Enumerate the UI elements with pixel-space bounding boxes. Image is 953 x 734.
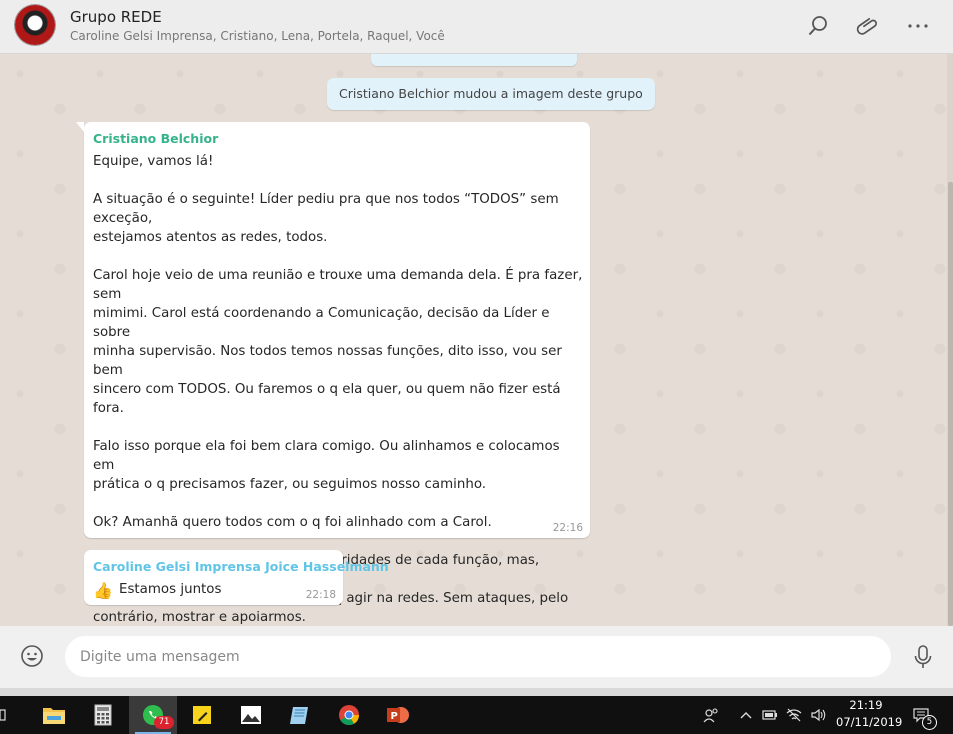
message-input[interactable] <box>65 636 891 677</box>
notification-count-badge: 5 <box>922 715 937 730</box>
message-text: Estamos juntos <box>119 582 222 597</box>
taskbar: 71 P 21:19 07/11/2019 5 <box>0 696 953 734</box>
paperclip-icon[interactable] <box>856 14 880 38</box>
thumbs-up-icon: 👍 <box>93 581 113 600</box>
volume-icon[interactable] <box>810 707 826 723</box>
sticky-notes-icon[interactable] <box>178 696 226 734</box>
chat-area[interactable]: Cristiano Belchior mudou a imagem deste … <box>0 54 953 626</box>
message-bubble[interactable]: Cristiano Belchior Equipe, vamos lá! A s… <box>76 122 590 625</box>
photos-icon[interactable] <box>227 696 275 734</box>
previous-system-message <box>371 54 577 66</box>
emoji-icon[interactable] <box>20 644 44 668</box>
message-time: 22:16 <box>552 522 583 534</box>
powerpoint-icon[interactable]: P <box>374 696 422 734</box>
people-icon[interactable] <box>703 707 719 723</box>
whatsapp-unread-badge: 71 <box>154 716 174 729</box>
chat-scrollbar-thumb[interactable] <box>948 182 953 626</box>
battery-icon[interactable] <box>762 707 778 723</box>
search-icon[interactable] <box>806 14 830 38</box>
chat-header: Grupo REDE Caroline Gelsi Imprensa, Cris… <box>0 0 953 54</box>
clock-time[interactable]: 21:19 <box>836 698 896 712</box>
composer <box>0 626 953 688</box>
window-bottom-edge <box>0 688 953 696</box>
message-bubble[interactable]: Caroline Gelsi Imprensa Joice Hasselmann… <box>84 550 389 605</box>
more-options-icon[interactable] <box>906 14 930 38</box>
microphone-icon[interactable] <box>912 644 934 670</box>
group-title[interactable]: Grupo REDE <box>70 8 162 26</box>
clock-date[interactable]: 07/11/2019 <box>836 715 902 729</box>
whatsapp-icon[interactable]: 71 <box>129 696 177 734</box>
task-view-icon[interactable] <box>0 696 18 734</box>
message-sender[interactable]: Cristiano Belchior <box>93 131 218 146</box>
chrome-icon[interactable] <box>325 696 373 734</box>
svg-text:P: P <box>391 711 398 722</box>
system-message: Cristiano Belchior mudou a imagem deste … <box>327 78 655 110</box>
calculator-icon[interactable] <box>79 696 127 734</box>
group-avatar[interactable] <box>15 5 55 45</box>
chevron-up-icon[interactable] <box>738 707 754 723</box>
file-explorer-icon[interactable] <box>30 696 78 734</box>
network-icon[interactable] <box>786 707 802 723</box>
message-time: 22:18 <box>305 589 336 601</box>
group-members[interactable]: Caroline Gelsi Imprensa, Cristiano, Lena… <box>70 29 445 43</box>
message-sender[interactable]: Caroline Gelsi Imprensa Joice Hasselmann <box>93 559 389 574</box>
notepad-icon[interactable] <box>276 696 324 734</box>
